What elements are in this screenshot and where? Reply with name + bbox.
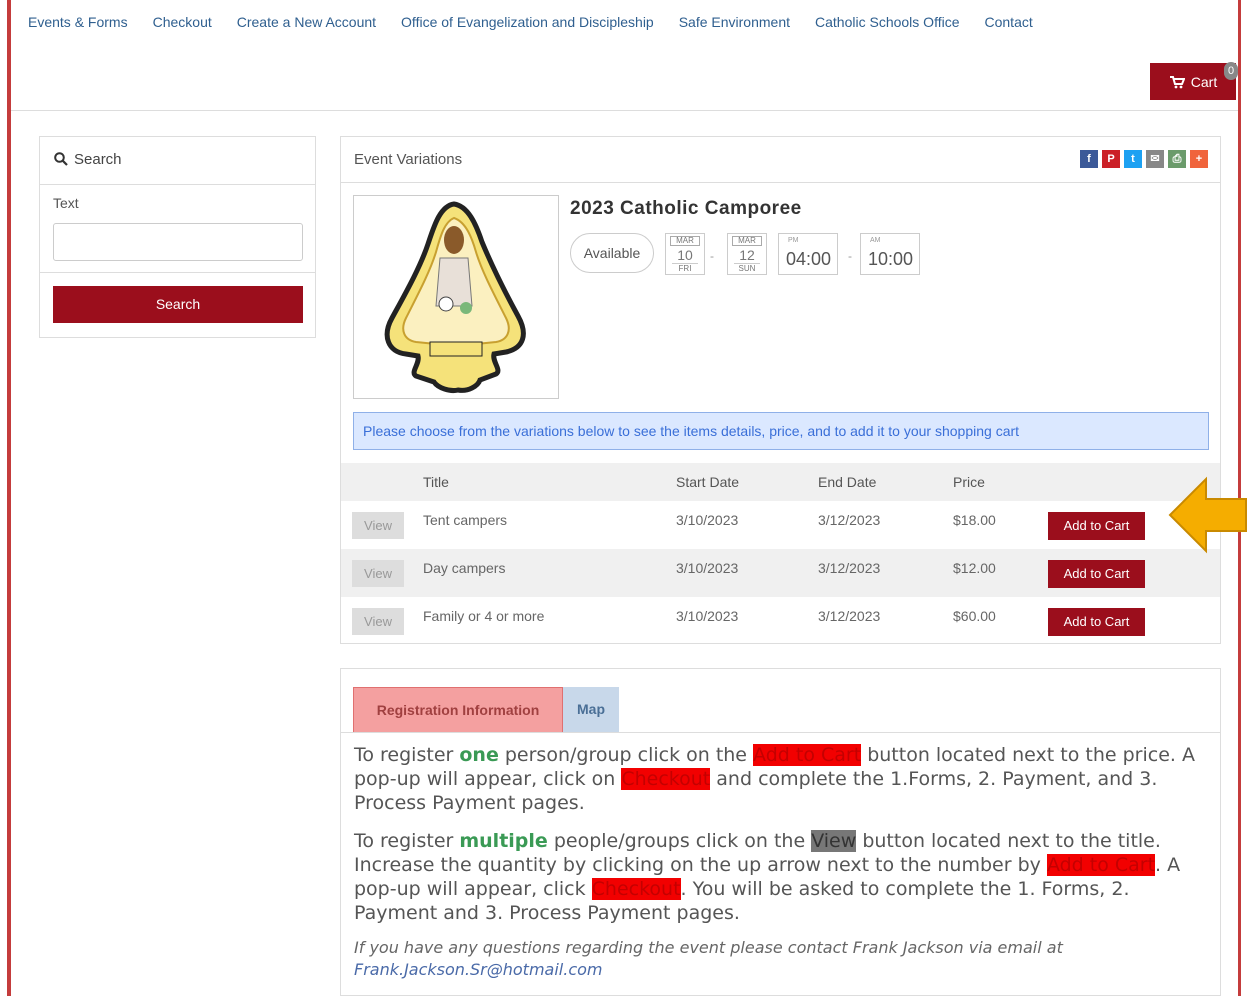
table-row: View Family or 4 or more 3/10/2023 3/12/… (341, 597, 1220, 645)
start-ampm: PM (788, 237, 799, 244)
header-divider (11, 110, 1238, 111)
more-icon[interactable]: + (1190, 150, 1208, 168)
cart-icon (1169, 75, 1185, 88)
end-month: MAR (732, 236, 762, 246)
start-day: 10 (672, 247, 698, 264)
row-price: $18.00 (953, 512, 996, 528)
email-icon[interactable]: ✉ (1146, 150, 1164, 168)
view-button[interactable]: View (352, 512, 404, 539)
start-weekday: FRI (678, 264, 692, 273)
table-row: View Tent campers 3/10/2023 3/12/2023 $1… (341, 501, 1220, 549)
row-start-date: 3/10/2023 (676, 608, 739, 624)
row-start-date: 3/10/2023 (676, 512, 739, 528)
nav-create-account[interactable]: Create a New Account (237, 14, 376, 30)
add-to-cart-button[interactable]: Add to Cart (1048, 608, 1145, 636)
row-start-date: 3/10/2023 (676, 560, 739, 576)
registration-panel: Registration Information Map To register… (340, 668, 1221, 996)
row-end-date: 3/12/2023 (818, 560, 881, 576)
nav-contact[interactable]: Contact (985, 14, 1033, 30)
col-title: Title (423, 474, 449, 490)
instructions-single: To register one person/group click on th… (354, 744, 1195, 814)
availability-badge: Available (570, 233, 654, 273)
share-icons: f P t ✉ ⎙ + (1080, 150, 1208, 168)
view-button[interactable]: View (352, 560, 404, 587)
search-icon (54, 152, 68, 166)
cart-count-badge: 0 (1224, 62, 1238, 80)
event-logo-image (353, 195, 559, 399)
twitter-icon[interactable]: t (1124, 150, 1142, 168)
nav-catholic-schools[interactable]: Catholic Schools Office (815, 14, 959, 30)
row-price: $12.00 (953, 560, 996, 576)
view-button[interactable]: View (352, 608, 404, 635)
nav-evangelization[interactable]: Office of Evangelization and Discipleshi… (401, 14, 654, 30)
search-button[interactable]: Search (53, 286, 303, 323)
end-time: 10:00 (868, 249, 914, 269)
start-time: 04:00 (786, 249, 832, 269)
arrowhead-logo-icon (384, 201, 526, 393)
nav-checkout[interactable]: Checkout (153, 14, 212, 30)
row-end-date: 3/12/2023 (818, 608, 881, 624)
search-panel: Search Text Search (39, 136, 316, 338)
nav-events-forms[interactable]: Events & Forms (28, 14, 128, 30)
event-variations-panel: Event Variations f P t ✉ ⎙ + 2023 Cathol… (340, 136, 1221, 644)
tab-divider (341, 732, 1220, 733)
instructions-multiple: To register multiple people/groups click… (354, 830, 1181, 924)
start-date-box: MAR 10 FRI (665, 233, 705, 275)
row-price: $60.00 (953, 608, 996, 624)
variations-notice: Please choose from the variations below … (353, 412, 1209, 450)
left-border (7, 0, 11, 996)
row-title: Day campers (423, 560, 506, 576)
contact-note: If you have any questions regarding the … (354, 937, 1210, 981)
search-header: Search (40, 137, 315, 185)
start-month: MAR (670, 236, 700, 246)
row-end-date: 3/12/2023 (818, 512, 881, 528)
end-day: 12 (734, 247, 760, 264)
table-header: Title Start Date End Date Price (341, 463, 1220, 501)
col-end-date: End Date (818, 474, 877, 490)
top-nav: Events & Forms Checkout Create a New Accou… (28, 14, 1058, 30)
row-title: Family or 4 or more (423, 608, 545, 624)
tab-registration-information[interactable]: Registration Information (353, 687, 563, 733)
contact-text: If you have any questions regarding the … (354, 938, 1063, 957)
pinterest-icon[interactable]: P (1102, 150, 1120, 168)
col-start-date: Start Date (676, 474, 740, 490)
event-title: 2023 Catholic Camporee (570, 198, 802, 219)
end-date-box: MAR 12 SUN (727, 233, 767, 275)
search-title: Search (74, 151, 122, 168)
row-title: Tent campers (423, 512, 508, 528)
search-text-input[interactable] (53, 223, 303, 261)
date-dash: - (710, 249, 714, 263)
end-ampm: AM (870, 237, 881, 244)
registration-instructions: To register one person/group click on th… (354, 743, 1210, 981)
end-weekday: SUN (738, 264, 756, 273)
add-to-cart-button[interactable]: Add to Cart (1048, 560, 1145, 588)
facebook-icon[interactable]: f (1080, 150, 1098, 168)
tab-map[interactable]: Map (563, 687, 619, 733)
print-icon[interactable]: ⎙ (1168, 150, 1186, 168)
cart-label: Cart (1190, 73, 1218, 90)
search-divider (40, 272, 315, 273)
table-row: View Day campers 3/10/2023 3/12/2023 $12… (341, 549, 1220, 597)
time-dash: - (848, 249, 852, 263)
col-price: Price (953, 474, 985, 490)
contact-email-link[interactable]: Frank.Jackson.Sr@hotmail.com (354, 959, 1210, 981)
add-to-cart-button[interactable]: Add to Cart (1048, 512, 1145, 540)
left-arrow-icon (1168, 476, 1247, 554)
start-time-box: PM 04:00 (778, 233, 838, 275)
end-time-box: AM 10:00 (860, 233, 920, 275)
nav-safe-environment[interactable]: Safe Environment (679, 14, 790, 30)
text-label: Text (53, 195, 79, 211)
